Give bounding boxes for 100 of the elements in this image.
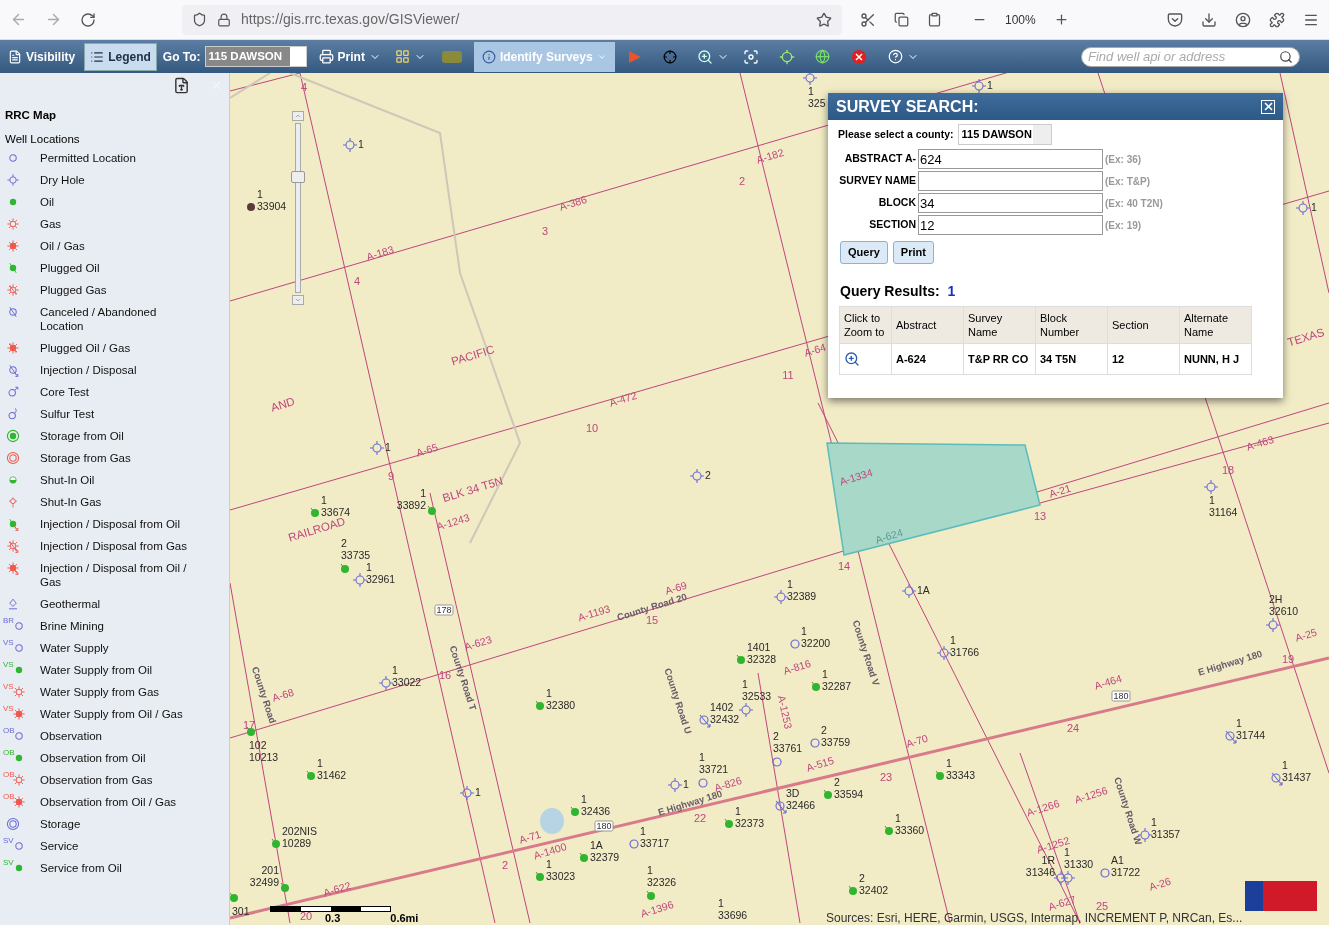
well-label: 10213: [249, 751, 279, 763]
reload-icon[interactable]: [80, 11, 96, 28]
legend-item: Storage: [40, 817, 82, 831]
map-label: A-1256: [1073, 785, 1109, 805]
shield-icon: [192, 12, 207, 27]
help-icon[interactable]: [887, 49, 903, 64]
cut-icon[interactable]: [860, 11, 876, 28]
legend-item: Oil / Gas: [40, 239, 86, 253]
legend-item: Permitted Location: [40, 151, 137, 165]
globe-icon[interactable]: [814, 49, 830, 64]
print-button[interactable]: Print: [318, 47, 381, 66]
crosshair-well-icon: [1053, 870, 1069, 886]
symbol-prefix: BR: [3, 616, 15, 625]
crosshair-well-icon: [1203, 479, 1219, 495]
injection-well-icon: [1270, 772, 1284, 786]
copy-icon[interactable]: [894, 12, 909, 27]
grid-icon[interactable]: [394, 49, 410, 64]
address-bar[interactable]: https://gis.rrc.texas.gov/GISViewer/: [182, 4, 842, 35]
map-label: 13: [1033, 510, 1047, 522]
well-label: 1: [895, 812, 902, 824]
symbol-prefix: OB: [3, 792, 15, 801]
symbol-prefix: VS: [3, 638, 14, 647]
crosshair-well-icon: [936, 645, 952, 661]
map-label: A-183: [365, 243, 395, 263]
well-label: 2: [705, 469, 711, 481]
pocket-icon[interactable]: [1166, 11, 1183, 28]
map-label: A-1253: [776, 694, 794, 730]
legend-item: Dry Hole: [40, 173, 86, 187]
dialog-button[interactable]: Query: [840, 241, 888, 264]
oil-well-icon: [339, 563, 351, 575]
bookmark-star-icon[interactable]: [816, 11, 832, 28]
rrc-logo-icon: [1245, 881, 1317, 911]
legend-item: Plugged Oil / Gas: [40, 341, 132, 355]
circle-well-icon: [789, 638, 801, 650]
locate-icon[interactable]: [778, 48, 795, 65]
well-label: 1A: [590, 839, 604, 851]
symbol-prefix: SV: [3, 836, 14, 845]
map-label: 2: [738, 175, 746, 187]
close-circle-icon[interactable]: [851, 49, 866, 64]
well-label: 1: [801, 625, 808, 637]
slider-up-button[interactable]: [292, 111, 304, 121]
well-label: 33717: [640, 837, 670, 849]
crosshair-well-icon: [901, 583, 917, 599]
zoom-icon[interactable]: [696, 48, 713, 65]
field-label: ABSTRACT A-: [843, 151, 917, 167]
toolbar-tab[interactable]: Visibility: [3, 42, 81, 71]
well-label: 1: [683, 778, 689, 790]
map-label: County Road U: [662, 666, 694, 736]
goto-select[interactable]: 115 DAWSON: [204, 46, 307, 67]
well-label: 1401: [747, 641, 772, 653]
well-label: 1: [987, 79, 993, 91]
close-button[interactable]: [1261, 99, 1275, 114]
paste-icon[interactable]: [927, 12, 942, 27]
toolbar-tab[interactable]: Legend: [84, 42, 157, 71]
zoom-in-icon[interactable]: [1053, 12, 1069, 27]
search-icon[interactable]: [1279, 49, 1293, 64]
legend-item: Sulfur Test: [40, 407, 96, 421]
input-field[interactable]: 624: [918, 149, 1103, 169]
well-label: 31437: [1282, 771, 1312, 783]
symbol-prefix: VS: [3, 660, 14, 669]
crosshair-well-icon: [459, 785, 475, 801]
well-label: 10289: [282, 837, 313, 849]
well-label: 2: [821, 724, 828, 736]
extensions-icon[interactable]: [1268, 11, 1285, 28]
printer-icon: [318, 49, 334, 64]
crosshair-well-icon: [369, 440, 385, 456]
well-label: 31766: [950, 646, 980, 658]
well-label: A1: [1111, 854, 1125, 866]
list-icon: [90, 49, 105, 64]
input-field[interactable]: [918, 171, 1103, 191]
slider-down-button[interactable]: [292, 295, 304, 305]
search-field[interactable]: Find well api or address: [1081, 46, 1300, 67]
crosshair-well-icon: [802, 73, 818, 86]
well-symbol-icon: [11, 684, 27, 700]
well-label: 1: [358, 138, 364, 150]
legend-item: Storage from Gas: [40, 451, 132, 465]
well-label: 32328: [747, 653, 777, 665]
county-select[interactable]: 115 DAWSON: [957, 124, 1052, 145]
oil-well-icon: [305, 770, 317, 782]
focus-icon[interactable]: [742, 48, 759, 65]
input-field[interactable]: 34: [918, 193, 1103, 213]
pdf-icon[interactable]: [173, 76, 190, 94]
account-icon[interactable]: [1234, 11, 1251, 28]
map-label: A-623: [463, 633, 493, 653]
map-label: A-64: [802, 341, 828, 359]
well-label: 1: [787, 578, 794, 590]
well-label: 32380: [546, 699, 576, 711]
crosshair-icon[interactable]: [662, 49, 677, 64]
well-label: 1: [257, 188, 264, 200]
dialog-button[interactable]: Print: [892, 241, 934, 264]
zoom-to-icon[interactable]: [844, 351, 860, 367]
crosshair-well-icon: [738, 702, 754, 718]
input-field[interactable]: 12: [918, 215, 1103, 235]
download-icon[interactable]: [1200, 11, 1217, 28]
field-label: SECTION: [868, 217, 917, 233]
oil-well-icon: [883, 825, 895, 837]
oil-well-icon: [309, 507, 321, 519]
well-label: 102: [249, 739, 268, 751]
map-label: 15: [645, 614, 659, 626]
slider-thumb[interactable]: [291, 171, 305, 184]
